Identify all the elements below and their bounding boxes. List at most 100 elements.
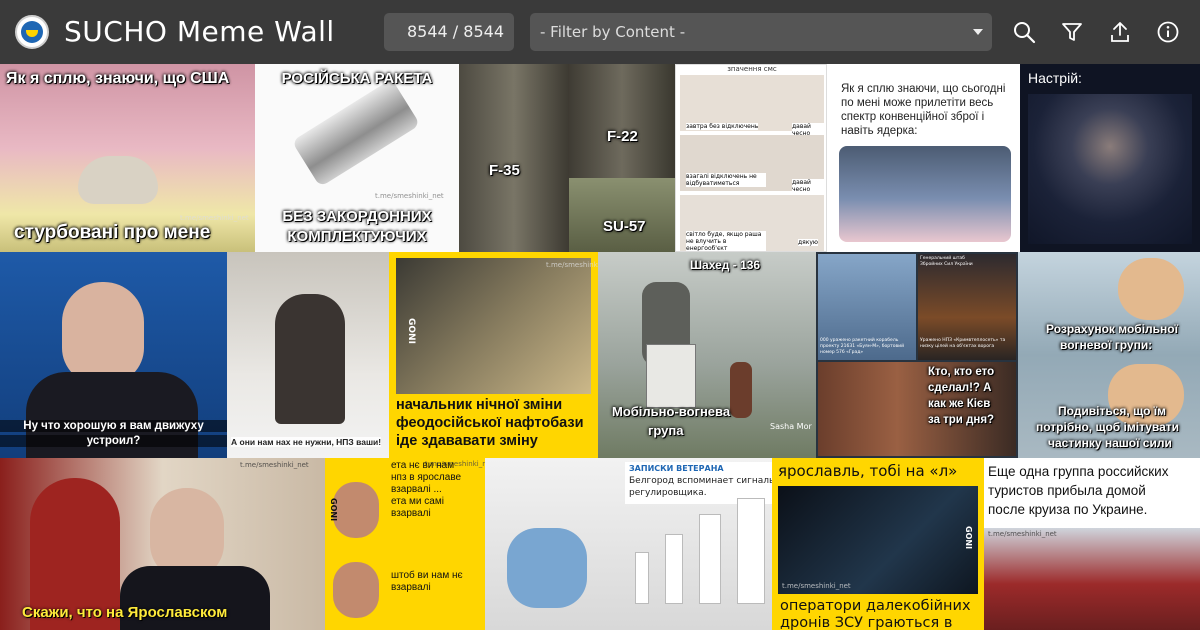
filter-placeholder: - Filter by Content - bbox=[540, 23, 686, 41]
watermark: t.me/smeshinki_net bbox=[988, 530, 1057, 538]
info-icon[interactable] bbox=[1156, 20, 1180, 44]
meme-label: SU-57 bbox=[603, 218, 646, 235]
meme-caption: А они нам нах не нужни, НПЗ ваши! bbox=[231, 437, 382, 447]
meme-text-line3: как же Кієв bbox=[928, 398, 991, 410]
meme-caption-line1: Розрахунок мобільної bbox=[1046, 322, 1179, 336]
explosion-image: t.me/smeshinki_net GONI bbox=[396, 258, 598, 394]
meme-grid: Як я сплю, знаючи, що США стурбовані про… bbox=[0, 64, 1200, 630]
meme-text-line5: взарвалі bbox=[391, 508, 431, 519]
meme-caption-top: Шахед - 136 bbox=[690, 258, 761, 272]
refinery-header: Генеральний штаб Збройних Сил України bbox=[920, 256, 973, 267]
cat-figure bbox=[78, 156, 158, 204]
filter-icon[interactable] bbox=[1060, 20, 1084, 44]
meme-counter[interactable]: 8544 / 8544 bbox=[384, 13, 514, 51]
search-icon[interactable] bbox=[1012, 20, 1036, 44]
meme-caption-line3: Подивіться, що їм bbox=[1058, 404, 1166, 418]
app-title: SUCHO Meme Wall bbox=[64, 15, 335, 48]
soldier-figure-2 bbox=[333, 562, 379, 618]
panel-2: взагалі відключень не відбуватиметься да… bbox=[680, 135, 824, 193]
panel-3-reply: дякую bbox=[798, 239, 818, 246]
meme-text-line2: феодосійської нафтобази bbox=[396, 415, 584, 431]
meme-caption-line1: БЕЗ ЗАКОРДОННИХ bbox=[282, 208, 432, 225]
panel-1: завтра без відключень давай чесно bbox=[680, 75, 824, 137]
news-source: ЗАПИСКИ ВЕТЕРАНА bbox=[629, 464, 724, 473]
soldier-figure bbox=[333, 482, 379, 538]
meme-caption-line5: частинку нашої сили bbox=[1048, 436, 1172, 450]
meme-caption-line1: Ну что хорошую я вам движуху bbox=[0, 420, 227, 432]
meme-tile-owl-f35[interactable]: F-35 bbox=[459, 64, 569, 252]
meme-tile-tourists[interactable]: Еще одна группа российских туристов приб… bbox=[984, 458, 1200, 630]
meme-tile-honest-power[interactable]: зпачення смс завтра без відключень давай… bbox=[675, 64, 827, 252]
meme-tile-belgorod-domino[interactable]: ЗАПИСКИ ВЕТЕРАНА Белгород вспоминает сиг… bbox=[485, 458, 772, 630]
anime-image bbox=[839, 146, 1011, 242]
meme-text-line1: Еще одна группа российских bbox=[988, 464, 1169, 479]
meme-text-line2: сделал!? А bbox=[928, 382, 992, 394]
domino bbox=[635, 552, 649, 604]
panel-3: світло буде, якщо раша не влучить в енер… bbox=[680, 195, 824, 251]
meme-text: Як я сплю знаючи, що сьогодні по мені мо… bbox=[841, 83, 1006, 137]
panel-1-text: завтра без відключень bbox=[686, 123, 759, 130]
omni-man-figure bbox=[1118, 258, 1184, 320]
meme-caption-top: Як я сплю, знаючи, що США bbox=[6, 70, 230, 87]
news-text-line2: регулировщика. bbox=[629, 488, 707, 498]
brand-mark: GONI bbox=[964, 526, 973, 550]
meme-label: F-35 bbox=[489, 162, 520, 179]
meme-tile-bear-su57[interactable]: SU-57 bbox=[569, 178, 675, 252]
meme-caption-line1: Мобільно-вогнева bbox=[612, 404, 731, 419]
meme-tile-shahed[interactable]: Шахед - 136 Мобільно-вогнева група Sasha… bbox=[598, 252, 816, 458]
meme-text-line2: нпз в ярославе bbox=[391, 472, 462, 483]
chevron-down-icon bbox=[973, 29, 983, 35]
refinery-image: Генеральний штаб Збройних Сил України Ур… bbox=[918, 254, 1016, 360]
watermark: t.me/smeshinki_net bbox=[240, 461, 309, 469]
meme-caption-line2: група bbox=[648, 423, 684, 438]
warship-image: 000 уражено ракетний корабель проекту 21… bbox=[818, 254, 916, 360]
artist-signature: Sasha Mor bbox=[770, 422, 812, 431]
meme-caption-line2: КОМПЛЕКТУЮЧИХ bbox=[287, 228, 427, 245]
meme-tile-omni-man[interactable]: Розрахунок мобільної вогневої групи: Под… bbox=[1018, 252, 1200, 458]
meme-text-line3: іде здававати зміну bbox=[396, 433, 538, 449]
meme-tile-russian-rocket[interactable]: РОСІЙСЬКА РАКЕТА БЕЗ ЗАКОРДОННИХ КОМПЛЕК… bbox=[255, 64, 459, 252]
sucho-logo[interactable] bbox=[15, 15, 49, 49]
meme-text-line4: ета ми самі bbox=[391, 496, 444, 507]
meme-text-line1: начальник нічної зміни bbox=[396, 397, 563, 413]
woman-figure bbox=[275, 294, 345, 424]
content-filter-select[interactable]: - Filter by Content - bbox=[530, 13, 992, 51]
meme-tile-putin-redhead[interactable]: t.me/smeshinki_net Скажи, что на Ярослав… bbox=[0, 458, 325, 630]
meme-tile-yaroslavl-nepz[interactable]: t.me/smeshinki_net GONI ета нє ви нам нп… bbox=[325, 458, 485, 630]
duct-pipe bbox=[291, 78, 421, 188]
meme-caption: Скажи, что на Ярославском bbox=[22, 604, 228, 621]
meme-tile-sleeping-anime[interactable]: Як я сплю знаючи, що сьогодні по мені мо… bbox=[827, 64, 1020, 252]
panel-2-text: взагалі відключень не відбуватиметься bbox=[686, 173, 766, 187]
meme-caption-line2: вогневої групи: bbox=[1060, 338, 1153, 352]
meme-caption-top: РОСІЙСЬКА РАКЕТА bbox=[281, 70, 433, 87]
meme-caption-line1: оператори далекобійних bbox=[780, 598, 971, 614]
chapel-figure bbox=[646, 344, 696, 408]
meme-text-line3: взарвалі ... bbox=[391, 484, 442, 495]
meme-tile-putin-smile[interactable]: Ну что хорошую я вам движуху устроил? bbox=[0, 252, 227, 458]
meme-text-line1: Кто, кто ето bbox=[928, 366, 995, 378]
meme-header: зпачення смс bbox=[727, 65, 777, 73]
meme-caption-line4: потрібно, щоб імітувати bbox=[1036, 420, 1180, 434]
domino bbox=[665, 534, 683, 604]
brand-mark: GONI bbox=[329, 498, 338, 522]
meme-tile-owl-f22[interactable]: F-22 bbox=[569, 64, 675, 178]
meme-text-line4: за три дня? bbox=[928, 414, 995, 426]
watermark: t.me/smeshinki_net bbox=[782, 582, 851, 590]
meme-tile-feodosia[interactable]: t.me/smeshinki_net GONI начальник нічної… bbox=[389, 252, 598, 458]
meme-label: F-22 bbox=[607, 128, 638, 145]
meme-tile-yaroslavl-drones[interactable]: ярославль, тобі на «л» GONI t.me/smeshin… bbox=[772, 458, 984, 630]
meme-caption-line2: дронів ЗСУ граються в bbox=[780, 615, 953, 630]
upload-icon[interactable] bbox=[1108, 20, 1132, 44]
face-figure bbox=[62, 282, 144, 384]
mood-image bbox=[1028, 94, 1192, 244]
meme-tile-cat-in-bed[interactable]: Як я сплю, знаючи, що США стурбовані про… bbox=[0, 64, 255, 252]
top-bar: SUCHO Meme Wall 8544 / 8544 - Filter by … bbox=[0, 0, 1200, 64]
meme-text-line6: штоб ви нам нє bbox=[391, 570, 463, 581]
meme-tile-mood[interactable]: Настрій: bbox=[1020, 64, 1200, 252]
meme-tile-babka[interactable]: А они нам нах не нужни, НПЗ ваши! bbox=[227, 252, 389, 458]
meme-tile-who-did-it[interactable]: 000 уражено ракетний корабель проекту 21… bbox=[816, 252, 1018, 458]
meme-text: Настрій: bbox=[1028, 70, 1082, 86]
refinery-caption: Уражено НПЗ «Кримвтеплосеть» та низку ці… bbox=[920, 338, 1006, 349]
hacker-image: GONI t.me/smeshinki_net bbox=[778, 486, 978, 594]
domino bbox=[737, 498, 765, 604]
